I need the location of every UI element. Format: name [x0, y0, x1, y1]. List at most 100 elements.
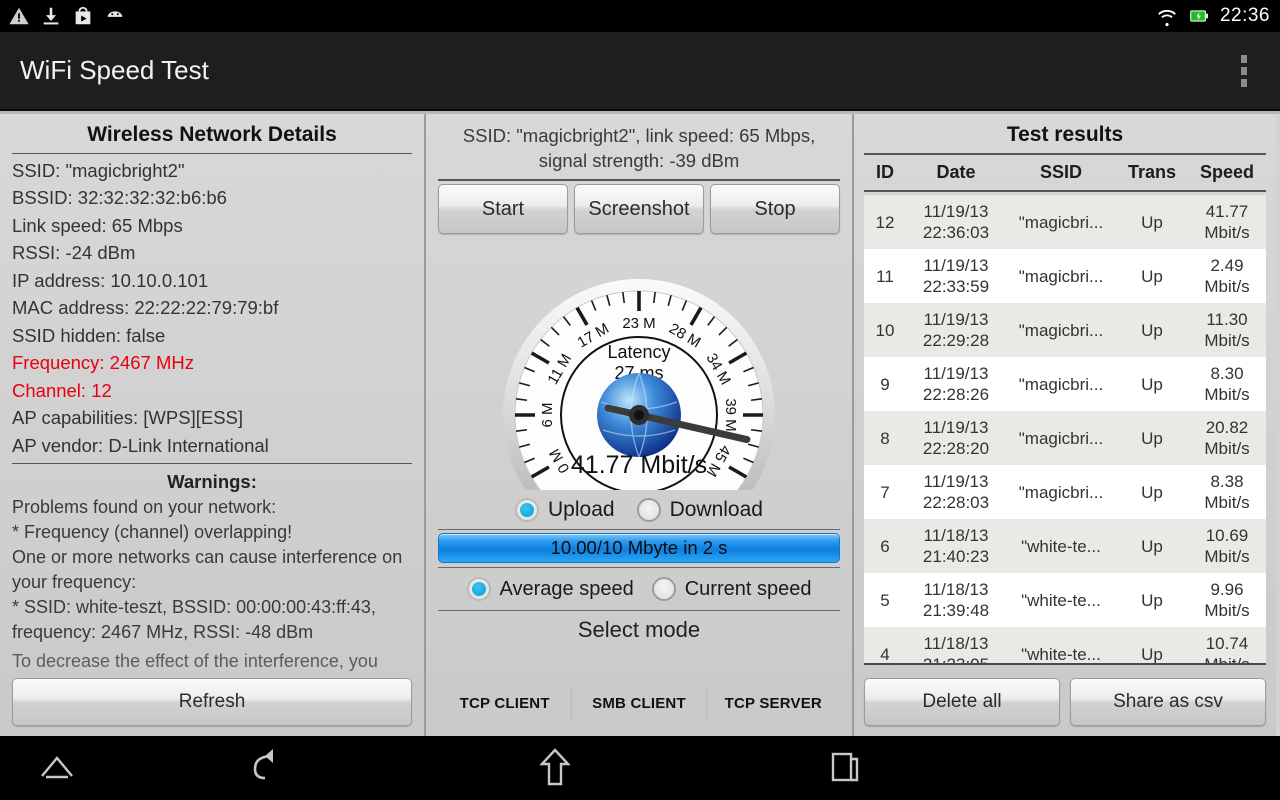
recents-icon[interactable] — [824, 747, 866, 787]
detail-frequency: Frequency: 2467 MHz — [12, 352, 195, 374]
table-row[interactable]: 4 11/18/13 21:23:05 "white-te... Up 10.74 Mb… — [864, 627, 1266, 665]
direction-radio-group: Upload Download — [438, 490, 840, 529]
battery-charging-icon — [1190, 10, 1208, 22]
test-results-panel: Test results ID Date SSID Trans Speed 12… — [854, 114, 1276, 736]
overflow-dot — [1241, 78, 1247, 87]
warnings-body: Problems found on your network: * Freque… — [12, 495, 412, 645]
nav-recents-slot[interactable] — [700, 747, 990, 787]
table-row[interactable]: 6 11/18/13 21:40:23 "white-te... Up 10.69 Mb… — [864, 519, 1266, 573]
gauge-speed-readout: 41.77 Mbit/s — [570, 451, 708, 479]
nav-chevron-up-slot[interactable] — [0, 750, 120, 784]
back-icon[interactable] — [243, 747, 287, 787]
test-results-list[interactable]: 12 11/19/13 22:36:03 "magicbri... Up 41.77 M… — [864, 195, 1266, 665]
app-title: WiFi Speed Test — [20, 55, 209, 85]
cell-speed: 11.30 Mbit/s — [1204, 310, 1250, 350]
average-speed-radio-icon[interactable] — [466, 577, 491, 601]
column-header-trans[interactable]: Trans — [1116, 158, 1188, 190]
action-bar: WiFi Speed Test — [0, 32, 1280, 111]
right-panel-footer: Delete all Share as csv — [864, 674, 1266, 736]
detail-link-speed: Link speed: 65 Mbps — [12, 214, 183, 236]
cell-id: 12 — [875, 212, 895, 232]
cell-trans: Up — [1141, 212, 1163, 232]
cell-date: 11/19/13 22:28:26 — [922, 364, 990, 404]
connection-summary: SSID: "magicbright2", link speed: 65 Mbp… — [462, 125, 816, 171]
download-icon — [43, 7, 59, 25]
divider — [12, 153, 412, 154]
warning-line: * Frequency (channel) overlapping! — [12, 521, 293, 542]
test-results-table: 12 11/19/13 22:36:03 "magicbri... Up 41.77 M… — [864, 195, 1266, 665]
divider — [864, 153, 1266, 155]
wifi-icon — [1158, 10, 1176, 27]
cell-speed: 10.74 Mbit/s — [1204, 634, 1250, 665]
test-control-buttons: Start Screenshot Stop — [438, 184, 840, 240]
cell-ssid: "magicbri... — [1018, 266, 1104, 286]
cell-speed: 8.38 Mbit/s — [1204, 472, 1250, 512]
current-speed-label: Current speed — [684, 577, 812, 600]
column-header-ssid[interactable]: SSID — [1006, 158, 1116, 190]
table-row[interactable]: 7 11/19/13 22:28:03 "magicbri... Up 8.38 Mbi… — [864, 465, 1266, 519]
cell-ssid: "magicbri... — [1018, 374, 1104, 394]
transfer-progress-bar: 10.00/10 Mbyte in 2 s — [438, 533, 840, 563]
detail-bssid: BSSID: 32:32:32:32:b6:b6 — [12, 187, 227, 209]
upload-radio-option[interactable]: Upload — [515, 498, 615, 522]
cell-ssid: "magicbri... — [1018, 320, 1104, 340]
cell-date: 11/19/13 22:28:03 — [922, 472, 990, 512]
table-row[interactable]: 10 11/19/13 22:29:28 "magicbri... Up 11.30 M… — [864, 303, 1266, 357]
cell-ssid: "magicbri... — [1018, 212, 1104, 232]
column-header-date[interactable]: Date — [906, 158, 1006, 190]
wireless-details-panel: Wireless Network Details SSID: "magicbri… — [0, 114, 424, 736]
current-speed-radio-option[interactable]: Current speed — [651, 577, 812, 601]
warning-line: One or more networks can cause interfere… — [12, 546, 403, 592]
current-speed-radio-icon[interactable] — [651, 577, 676, 601]
divider — [438, 179, 840, 181]
speed-test-panel: SSID: "magicbright2", link speed: 65 Mbp… — [424, 114, 854, 736]
tab-tcp-client[interactable]: TCP CLIENT — [438, 687, 571, 720]
home-icon[interactable] — [535, 746, 575, 788]
warnings-title: Warnings: — [167, 470, 257, 492]
table-row[interactable]: 11 11/19/13 22:33:59 "magicbri... Up 2.49 Mb… — [864, 249, 1266, 303]
screenshot-button[interactable]: Screenshot — [574, 184, 704, 234]
nav-back-slot[interactable] — [120, 747, 410, 787]
cell-trans: Up — [1141, 374, 1163, 394]
nav-home-slot[interactable] — [410, 746, 700, 788]
overflow-menu-button[interactable] — [1224, 47, 1264, 95]
gauge-tick-label: 39 M — [722, 398, 739, 431]
status-bar: 22:36 — [0, 0, 1280, 32]
test-results-header-table: ID Date SSID Trans Speed — [864, 158, 1266, 190]
detail-ip-address: IP address: 10.10.0.101 — [12, 269, 209, 291]
table-header-row: ID Date SSID Trans Speed — [864, 158, 1266, 190]
system-navigation-bar — [0, 736, 1280, 797]
refresh-button[interactable]: Refresh — [12, 678, 412, 726]
table-row[interactable]: 12 11/19/13 22:36:03 "magicbri... Up 41.77 M… — [864, 195, 1266, 249]
chevron-up-icon[interactable] — [34, 750, 80, 784]
download-radio-option[interactable]: Download — [636, 498, 763, 522]
cell-date: 11/18/13 21:39:48 — [922, 580, 990, 620]
upload-radio-icon[interactable] — [515, 498, 540, 522]
main-content: Wireless Network Details SSID: "magicbri… — [0, 111, 1280, 736]
cell-ssid: "white-te... — [1021, 590, 1101, 610]
average-speed-radio-option[interactable]: Average speed — [466, 577, 634, 601]
cell-date: 11/19/13 22:33:59 — [922, 256, 990, 296]
cell-date: 11/18/13 21:40:23 — [922, 526, 990, 566]
download-radio-icon[interactable] — [636, 498, 661, 522]
tab-smb-client[interactable]: SMB CLIENT — [571, 687, 705, 720]
tab-tcp-server[interactable]: TCP SERVER — [705, 687, 840, 720]
stop-button[interactable]: Stop — [710, 184, 840, 234]
detail-ssid-hidden: SSID hidden: false — [12, 324, 166, 346]
cell-date: 11/18/13 21:23:05 — [922, 634, 990, 665]
column-header-id[interactable]: ID — [864, 158, 906, 190]
warning-triangle-icon — [9, 7, 29, 25]
share-as-csv-button[interactable]: Share as csv — [1070, 678, 1266, 726]
cell-trans: Up — [1141, 536, 1163, 556]
column-header-speed[interactable]: Speed — [1188, 158, 1266, 190]
table-row[interactable]: 5 11/18/13 21:39:48 "white-te... Up 9.96 Mbi… — [864, 573, 1266, 627]
table-row[interactable]: 9 11/19/13 22:28:26 "magicbri... Up 8.30 Mbi… — [864, 357, 1266, 411]
cell-speed: 8.30 Mbit/s — [1204, 364, 1250, 404]
cell-id: 8 — [880, 428, 890, 448]
delete-all-button[interactable]: Delete all — [864, 678, 1060, 726]
cell-trans: Up — [1141, 590, 1163, 610]
cell-id: 6 — [880, 536, 890, 556]
android-robot-icon — [107, 11, 123, 17]
start-button[interactable]: Start — [438, 184, 568, 234]
table-row[interactable]: 8 11/19/13 22:28:20 "magicbri... Up 20.82 Mb… — [864, 411, 1266, 465]
